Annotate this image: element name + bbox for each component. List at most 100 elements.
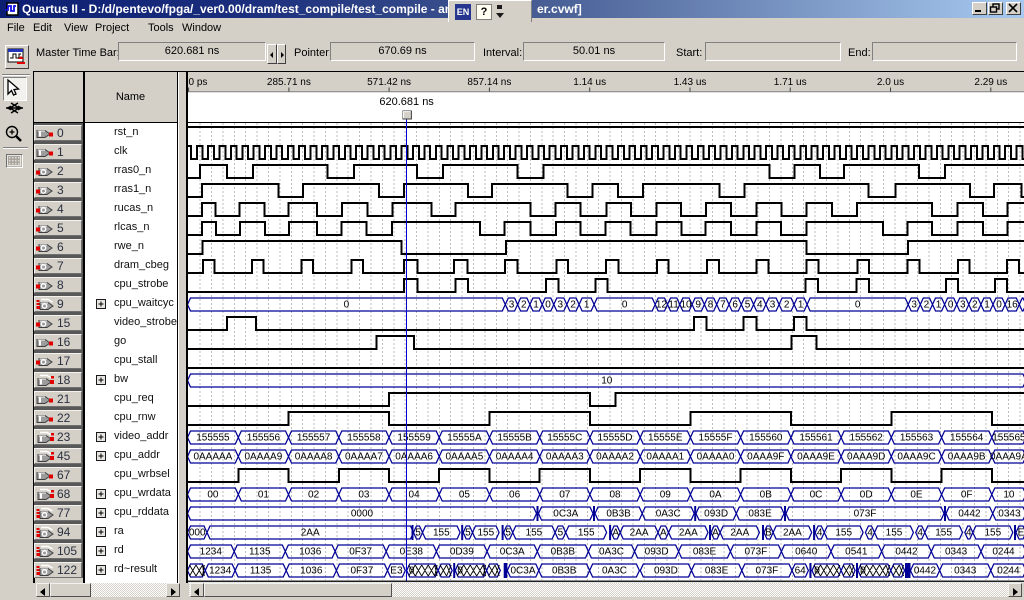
svg-text:1: 1: [798, 300, 804, 311]
svg-text:155563: 155563: [900, 433, 934, 444]
svg-text:000: 000: [189, 528, 206, 539]
svg-text:0E: 0E: [910, 490, 923, 501]
svg-text:155561: 155561: [799, 433, 833, 444]
svg-text:155557: 155557: [297, 433, 331, 444]
svg-text:15555B: 15555B: [497, 433, 532, 444]
svg-text:155559: 155559: [397, 433, 431, 444]
svg-text:0B: 0B: [760, 490, 773, 501]
svg-text:0AAA9E: 0AAA9E: [797, 452, 835, 463]
svg-text:1135: 1135: [250, 566, 272, 577]
svg-text:04: 04: [409, 490, 421, 501]
svg-text:00: 00: [207, 490, 219, 501]
svg-text:0AAAAA: 0AAAAA: [193, 452, 232, 463]
svg-text:083E: 083E: [748, 509, 772, 520]
svg-text:10: 10: [601, 376, 613, 387]
svg-text:15555C: 15555C: [547, 433, 582, 444]
svg-text:0F: 0F: [961, 490, 973, 501]
svg-text:155564: 155564: [950, 433, 984, 444]
svg-text:083E: 083E: [705, 566, 729, 577]
svg-text:0: 0: [860, 566, 866, 577]
svg-text:1.14 us: 1.14 us: [573, 77, 606, 88]
svg-text:0: 0: [545, 300, 551, 311]
svg-text:1135: 1135: [249, 547, 271, 558]
svg-text:073F: 073F: [756, 566, 779, 577]
svg-text:0640: 0640: [795, 547, 818, 558]
svg-text:15555F: 15555F: [699, 433, 733, 444]
svg-text:0: 0: [948, 300, 954, 311]
svg-text:15555D: 15555D: [597, 433, 632, 444]
svg-text:093D: 093D: [704, 509, 728, 520]
svg-text:02: 02: [308, 490, 320, 501]
svg-text:12: 12: [656, 300, 668, 311]
svg-text:0C: 0C: [810, 490, 823, 501]
svg-text:0B3B: 0B3B: [606, 509, 631, 520]
svg-text:0244: 0244: [992, 547, 1015, 558]
svg-text:1234: 1234: [209, 566, 232, 577]
svg-text:0442: 0442: [895, 547, 918, 558]
svg-text:0E38: 0E38: [400, 547, 424, 558]
svg-text:0C3A: 0C3A: [500, 547, 525, 558]
svg-text:4: 4: [966, 528, 972, 539]
svg-text:1: 1: [533, 300, 539, 311]
svg-text:093D: 093D: [654, 566, 678, 577]
svg-text:155: 155: [984, 528, 1001, 539]
svg-text:1: 1: [936, 300, 942, 311]
svg-text:155: 155: [578, 528, 595, 539]
svg-text:6: 6: [732, 300, 738, 311]
svg-text:0A: 0A: [709, 490, 722, 501]
svg-text:2AA: 2AA: [630, 528, 649, 539]
svg-text:1: 1: [584, 300, 590, 311]
svg-text:2: 2: [924, 300, 930, 311]
svg-text:571.42 ns: 571.42 ns: [367, 77, 411, 88]
svg-text:B: B: [765, 528, 772, 539]
svg-text:2AA: 2AA: [301, 528, 320, 539]
svg-text:0AAA9B: 0AAA9B: [948, 452, 986, 463]
svg-text:155560: 155560: [749, 433, 783, 444]
svg-text:2: 2: [521, 300, 527, 311]
svg-text:0B3B: 0B3B: [551, 547, 576, 558]
svg-text:155: 155: [526, 528, 543, 539]
svg-text:0: 0: [457, 566, 463, 577]
svg-text:857.14 ns: 857.14 ns: [467, 77, 511, 88]
svg-text:0: 0: [344, 300, 350, 311]
svg-text:4: 4: [917, 528, 923, 539]
svg-text:155556: 155556: [247, 433, 281, 444]
svg-text:0343: 0343: [954, 566, 977, 577]
svg-text:0AAAA8: 0AAAA8: [295, 452, 333, 463]
svg-text:0AAAA4: 0AAAA4: [496, 452, 534, 463]
svg-text:083E: 083E: [693, 547, 717, 558]
svg-text:2AA: 2AA: [679, 528, 698, 539]
svg-text:3: 3: [558, 300, 564, 311]
svg-text:2.0 us: 2.0 us: [877, 77, 904, 88]
svg-text:0A3C: 0A3C: [656, 509, 681, 520]
svg-text:5: 5: [505, 528, 511, 539]
svg-text:7: 7: [720, 300, 726, 311]
svg-text:0AAA9D: 0AAA9D: [847, 452, 885, 463]
svg-text:155562: 155562: [850, 433, 884, 444]
svg-text:05: 05: [459, 490, 471, 501]
svg-text:8: 8: [708, 300, 714, 311]
svg-text:06: 06: [509, 490, 521, 501]
svg-text:0AAA9A: 0AAA9A: [990, 452, 1024, 463]
svg-text:3: 3: [911, 300, 917, 311]
svg-text:5: 5: [415, 528, 421, 539]
svg-text:1036: 1036: [299, 547, 322, 558]
svg-text:0AAAA6: 0AAAA6: [395, 452, 433, 463]
svg-text:5: 5: [745, 300, 751, 311]
svg-text:0AAAA5: 0AAAA5: [445, 452, 483, 463]
svg-text:10: 10: [680, 300, 692, 311]
svg-text:0AAA9C: 0AAA9C: [897, 452, 935, 463]
svg-text:08: 08: [609, 490, 621, 501]
svg-text:2.29 us: 2.29 us: [974, 77, 1007, 88]
svg-text:5: 5: [465, 528, 471, 539]
svg-text:3: 3: [770, 300, 776, 311]
svg-text:285.71 ns: 285.71 ns: [267, 77, 311, 88]
svg-text:155555: 155555: [196, 433, 230, 444]
svg-text:11: 11: [668, 300, 679, 311]
svg-text:2: 2: [784, 300, 790, 311]
svg-text:1036: 1036: [300, 566, 323, 577]
svg-text:0F37: 0F37: [349, 547, 372, 558]
svg-text:093D: 093D: [645, 547, 669, 558]
svg-text:15555E: 15555E: [648, 433, 683, 444]
svg-text:0: 0: [622, 300, 628, 311]
